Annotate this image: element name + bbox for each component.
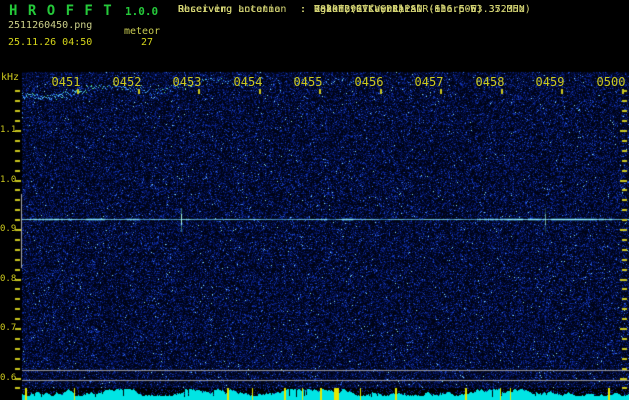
info-row: Receiving antenna:2el-HB9CV Vertical (el…	[178, 4, 483, 15]
date-time: 25.11.26 04:50	[8, 37, 93, 48]
info-value: 2el-HB9CV Vertical (el. E-W)	[314, 4, 483, 15]
time-tick-label: 0500	[596, 75, 626, 89]
time-tick-label: 0454	[233, 75, 263, 89]
freq-tick-label: 0.8	[0, 274, 17, 284]
spectrogram-plot	[0, 0, 629, 400]
freq-unit-label: kHz	[1, 72, 20, 83]
time-tick-label: 0457	[414, 75, 444, 89]
app-title: H R O F F T	[9, 3, 113, 19]
freq-tick-label: 1.0	[0, 175, 17, 185]
meteor-count: 27	[141, 37, 154, 48]
freq-tick-label: 0.9	[0, 224, 17, 234]
time-tick-label: 0458	[475, 75, 505, 89]
output-filename: 2511260450.png	[8, 20, 93, 31]
time-tick-label: 0453	[172, 75, 202, 89]
time-tick-label: 0451	[51, 75, 81, 89]
app-version: 1.0.0	[125, 5, 159, 18]
time-tick-label: 0456	[354, 75, 384, 89]
info-separator: :	[300, 4, 307, 15]
freq-tick-label: 0.7	[0, 323, 17, 333]
info-label: Receiving antenna	[178, 4, 281, 15]
hrofft-screen: H R O F F T 1.0.0 2511260450.png meteor …	[0, 0, 629, 400]
freq-tick-label: 0.6	[0, 373, 17, 383]
mode-label: meteor	[124, 26, 161, 37]
time-tick-label: 0452	[112, 75, 142, 89]
time-tick-label: 0459	[535, 75, 565, 89]
time-tick-label: 0455	[293, 75, 323, 89]
freq-tick-label: 1.1	[0, 125, 17, 135]
